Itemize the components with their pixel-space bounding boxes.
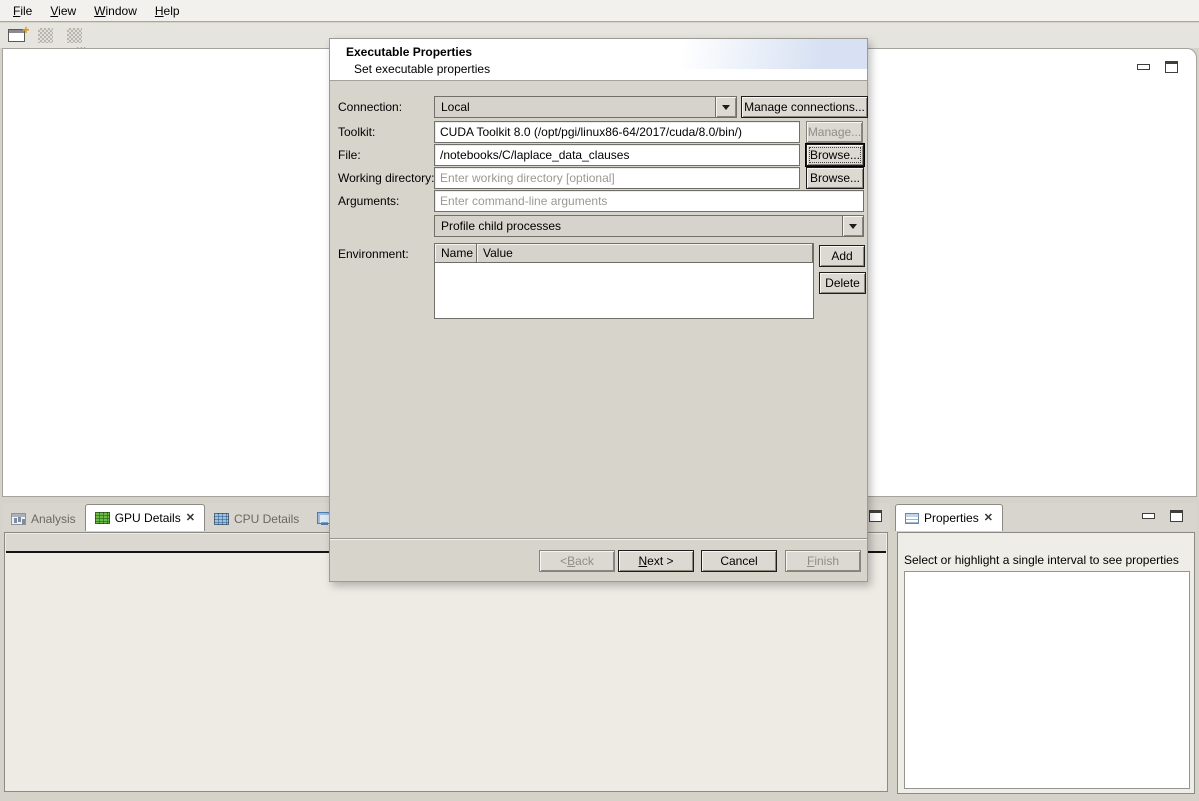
tab-analysis[interactable]: Analysis bbox=[2, 506, 85, 531]
tab-label: Analysis bbox=[31, 512, 76, 526]
add-environment-button[interactable]: Add bbox=[819, 245, 865, 267]
menu-bar: File View Window Help bbox=[0, 0, 1199, 22]
gpu-grid-icon bbox=[95, 512, 110, 524]
tab-properties[interactable]: Properties ✕ bbox=[895, 504, 1003, 531]
manage-toolkit-button: Manage... bbox=[806, 121, 863, 143]
finish-button: Finish bbox=[785, 550, 861, 572]
file-label: File: bbox=[338, 148, 361, 162]
profile-children-combo-value: Profile child processes bbox=[435, 219, 842, 233]
connection-combo[interactable]: Local bbox=[434, 96, 737, 118]
delete-environment-button[interactable]: Delete bbox=[819, 272, 866, 294]
new-session-icon: + bbox=[8, 29, 25, 42]
maximize-view-icon[interactable] bbox=[869, 510, 882, 522]
dialog-header: Executable Properties Set executable pro… bbox=[330, 39, 867, 81]
properties-empty-box bbox=[904, 571, 1190, 789]
toolbar-disabled-button-2: ... bbox=[63, 26, 85, 46]
tab-label: GPU Details bbox=[115, 511, 181, 525]
dialog-button-separator bbox=[330, 538, 867, 540]
properties-table-icon bbox=[905, 513, 919, 524]
minimize-view-icon[interactable] bbox=[1137, 64, 1150, 70]
environment-table[interactable]: Name Value bbox=[434, 243, 814, 319]
new-session-button[interactable]: + bbox=[5, 26, 27, 46]
plus-badge-icon: + bbox=[22, 23, 29, 37]
chevron-down-icon[interactable] bbox=[715, 97, 736, 117]
file-input[interactable] bbox=[434, 144, 800, 166]
back-button: < Back bbox=[539, 550, 615, 572]
environment-label: Environment: bbox=[338, 247, 409, 261]
properties-content: Select or highlight a single interval to… bbox=[897, 532, 1195, 794]
working-directory-input[interactable] bbox=[434, 167, 800, 189]
close-icon[interactable]: ✕ bbox=[186, 513, 195, 524]
properties-panel: Properties ✕ Select or highlight a singl… bbox=[895, 503, 1197, 795]
arguments-input[interactable] bbox=[434, 190, 864, 212]
analysis-chart-icon bbox=[11, 513, 26, 525]
toolkit-input[interactable] bbox=[434, 121, 800, 143]
connection-combo-value: Local bbox=[435, 100, 715, 114]
column-header-name[interactable]: Name bbox=[435, 244, 477, 262]
tab-cpu-details[interactable]: CPU Details bbox=[205, 506, 308, 531]
minimize-view-icon[interactable] bbox=[1142, 513, 1155, 519]
properties-hint-text: Select or highlight a single interval to… bbox=[904, 553, 1179, 567]
toolbar-disabled-button-1 bbox=[34, 26, 56, 46]
maximize-view-icon[interactable] bbox=[1170, 510, 1183, 522]
manage-connections-button[interactable]: Manage connections... bbox=[741, 96, 868, 118]
menu-window[interactable]: Window bbox=[85, 1, 146, 21]
chevron-down-icon[interactable] bbox=[842, 216, 863, 236]
profile-children-combo[interactable]: Profile child processes bbox=[434, 215, 864, 237]
browse-file-button[interactable]: Browse... bbox=[806, 144, 864, 166]
working-directory-label: Working directory: bbox=[338, 171, 434, 185]
header-gradient bbox=[682, 39, 867, 69]
tab-gpu-details[interactable]: GPU Details ✕ bbox=[85, 504, 205, 531]
environment-table-header: Name Value bbox=[435, 244, 813, 263]
application-window: File View Window Help + ... Analysis bbox=[0, 0, 1199, 801]
menu-view[interactable]: View bbox=[41, 1, 85, 21]
browse-working-directory-button[interactable]: Browse... bbox=[806, 167, 864, 189]
dialog-subtitle: Set executable properties bbox=[354, 62, 490, 76]
connection-label: Connection: bbox=[338, 100, 402, 114]
disabled-checker-icon bbox=[38, 28, 53, 43]
toolkit-label: Toolkit: bbox=[338, 125, 375, 139]
tab-label: CPU Details bbox=[234, 512, 299, 526]
environment-table-rows[interactable] bbox=[435, 263, 813, 318]
menu-help[interactable]: Help bbox=[146, 1, 189, 21]
executable-properties-dialog: Executable Properties Set executable pro… bbox=[329, 38, 868, 582]
menu-file[interactable]: File bbox=[4, 1, 41, 21]
tab-label: Properties bbox=[924, 511, 979, 525]
arguments-label: Arguments: bbox=[338, 194, 399, 208]
column-header-value[interactable]: Value bbox=[477, 244, 813, 262]
cpu-grid-icon bbox=[214, 513, 229, 525]
dialog-title: Executable Properties bbox=[346, 45, 472, 59]
maximize-view-icon[interactable] bbox=[1165, 61, 1178, 73]
cancel-button[interactable]: Cancel bbox=[701, 550, 777, 572]
close-icon[interactable]: ✕ bbox=[984, 513, 993, 524]
next-button[interactable]: Next > bbox=[618, 550, 694, 572]
